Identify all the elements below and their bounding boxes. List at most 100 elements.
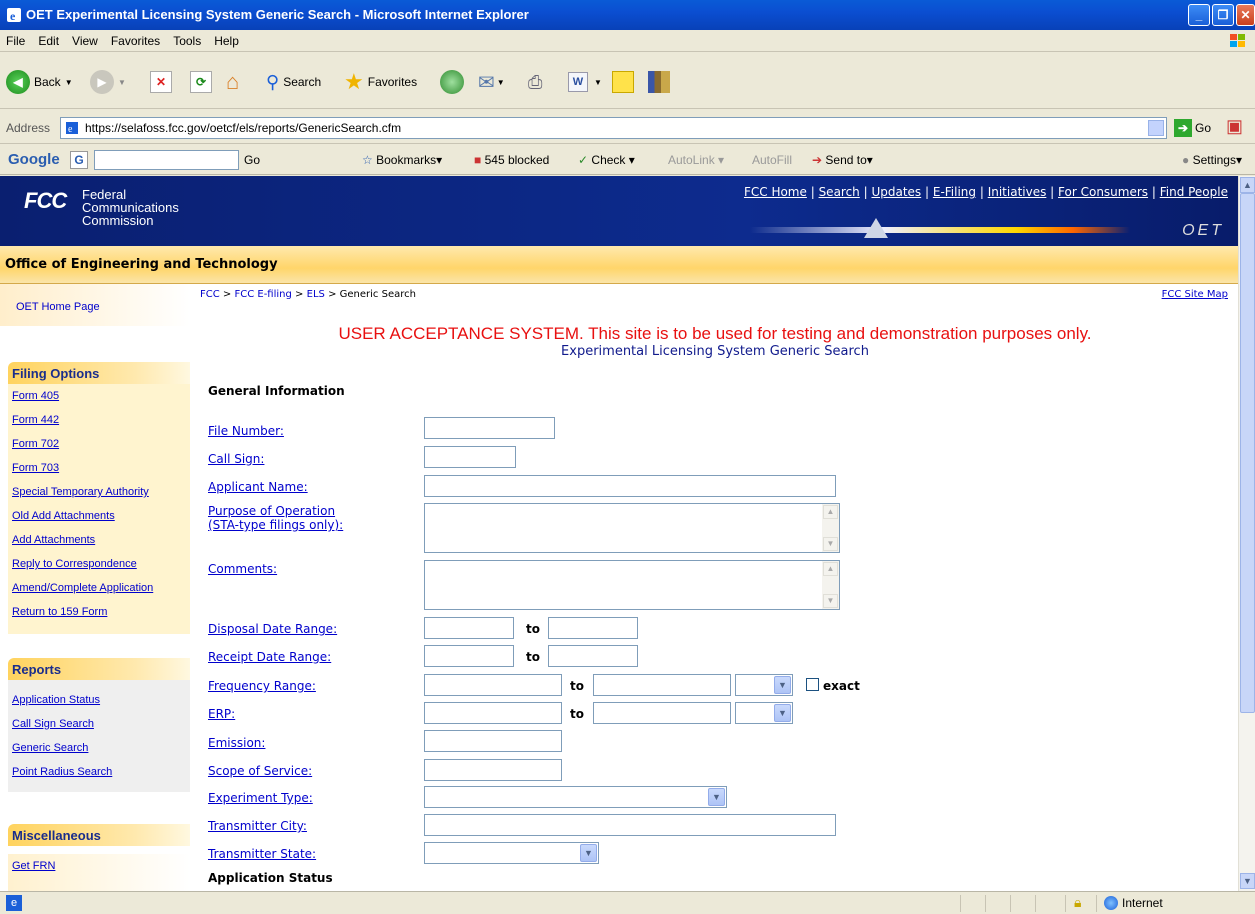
close-button[interactable]: ✕ xyxy=(1236,4,1255,26)
emission-label[interactable]: Emission: xyxy=(208,736,265,750)
sidebar-amend-complete-application[interactable]: Amend/Complete Application xyxy=(8,576,190,600)
frequency-range-label[interactable]: Frequency Range: xyxy=(208,679,316,693)
sidebar-form-703[interactable]: Form 703 xyxy=(8,456,190,480)
purpose-of-operation-textarea[interactable]: ▲ ▼ xyxy=(424,503,840,553)
chevron-down-icon[interactable]: ▼ xyxy=(580,844,597,862)
sidebar-point-radius-search[interactable]: Point Radius Search xyxy=(8,760,190,784)
breadcrumb-els[interactable]: ELS xyxy=(307,289,325,300)
exact-checkbox[interactable] xyxy=(806,678,819,691)
scroll-down-icon[interactable]: ▼ xyxy=(823,537,838,551)
disposal-date-range-label[interactable]: Disposal Date Range: xyxy=(208,622,337,636)
forward-button[interactable]: ▶ ▼ xyxy=(90,69,126,95)
refresh-button[interactable]: ⟳ xyxy=(190,69,212,95)
sidebar-get-frn[interactable]: Get FRN xyxy=(8,854,190,878)
scroll-down-arrow-icon[interactable]: ▼ xyxy=(1240,873,1255,889)
scroll-up-icon[interactable]: ▲ xyxy=(823,505,838,519)
receipt-date-range-label[interactable]: Receipt Date Range: xyxy=(208,650,331,664)
scope-of-service-label[interactable]: Scope of Service: xyxy=(208,764,312,778)
home-button[interactable]: ⌂ xyxy=(226,69,239,95)
menu-file[interactable]: File xyxy=(0,30,32,48)
frequency-unit-select[interactable]: ▼ xyxy=(735,674,793,696)
transmitter-city-label[interactable]: Transmitter City: xyxy=(208,819,307,833)
popup-blocker-button[interactable]: ■ 545 blocked xyxy=(474,153,549,167)
scroll-up-icon[interactable]: ▲ xyxy=(823,562,838,576)
fcc-site-map-link[interactable]: FCC Site Map xyxy=(1162,289,1228,300)
stop-button[interactable]: ✕ xyxy=(150,69,172,95)
chevron-down-icon[interactable]: ▼ xyxy=(708,788,725,806)
sidebar-special-temporary-authority[interactable]: Special Temporary Authority xyxy=(8,480,190,504)
file-number-input[interactable] xyxy=(424,417,555,439)
nav-find-people[interactable]: Find People xyxy=(1160,185,1228,199)
breadcrumb-fcc[interactable]: FCC xyxy=(200,289,220,300)
menu-edit[interactable]: Edit xyxy=(32,30,66,48)
sidebar-reply-to-correspondence[interactable]: Reply to Correspondence xyxy=(8,552,190,576)
research-button[interactable] xyxy=(648,69,670,95)
google-search-input[interactable] xyxy=(94,150,239,170)
page-vertical-scrollbar[interactable]: ▲ ▼ xyxy=(1238,176,1255,891)
breadcrumb-fcc-e-filing[interactable]: FCC E-filing xyxy=(234,289,291,300)
file-number-label[interactable]: File Number: xyxy=(208,424,284,438)
receipt-date-to-input[interactable] xyxy=(548,645,638,667)
nav-fcc-home[interactable]: FCC Home xyxy=(744,185,807,199)
sidebar-form-702[interactable]: Form 702 xyxy=(8,432,190,456)
nav-e-filing[interactable]: E-Filing xyxy=(933,185,976,199)
address-input[interactable]: e https://selafoss.fcc.gov/oetcf/els/rep… xyxy=(60,117,1167,139)
transmitter-state-select[interactable]: ▼ xyxy=(424,842,599,864)
frequency-to-input[interactable] xyxy=(593,674,731,696)
call-sign-label[interactable]: Call Sign: xyxy=(208,452,264,466)
nav-search[interactable]: Search xyxy=(819,185,860,199)
call-sign-input[interactable] xyxy=(424,446,516,468)
autolink-button[interactable]: AutoLink ▾ xyxy=(668,153,724,167)
transmitter-state-label[interactable]: Transmitter State: xyxy=(208,847,316,861)
applicant-name-label[interactable]: Applicant Name: xyxy=(208,480,308,494)
sidebar-add-attachments[interactable]: Add Attachments xyxy=(8,528,190,552)
erp-unit-select[interactable]: ▼ xyxy=(735,702,793,724)
back-button[interactable]: ◀ Back ▼ xyxy=(6,69,73,95)
spell-check-button[interactable]: ✓ Check ▾ xyxy=(578,153,635,167)
sidebar-old-add-attachments[interactable]: Old Add Attachments xyxy=(8,504,190,528)
maximize-button[interactable]: ❐ xyxy=(1212,4,1234,26)
comments-label[interactable]: Comments: xyxy=(208,562,277,576)
menu-favorites[interactable]: Favorites xyxy=(105,30,167,48)
sidebar-form-442[interactable]: Form 442 xyxy=(8,408,190,432)
google-menu-icon[interactable]: G xyxy=(70,151,88,169)
textarea-scrollbar[interactable]: ▲ ▼ xyxy=(822,504,839,552)
sidebar-application-status[interactable]: Application Status xyxy=(8,688,190,712)
menu-help[interactable]: Help xyxy=(208,30,246,48)
erp-label[interactable]: ERP: xyxy=(208,707,235,721)
scroll-down-icon[interactable]: ▼ xyxy=(823,594,838,608)
address-dropdown-icon[interactable] xyxy=(1148,120,1164,136)
comments-textarea[interactable]: ▲ ▼ xyxy=(424,560,840,610)
textarea-scrollbar[interactable]: ▲ ▼ xyxy=(822,561,839,609)
scrollbar-thumb[interactable] xyxy=(1240,193,1255,713)
scroll-up-arrow-icon[interactable]: ▲ xyxy=(1240,177,1255,193)
nav-updates[interactable]: Updates xyxy=(871,185,921,199)
autofill-button[interactable]: AutoFill xyxy=(752,153,792,167)
experiment-type-label[interactable]: Experiment Type: xyxy=(208,791,313,805)
nav-initiatives[interactable]: Initiatives xyxy=(988,185,1047,199)
erp-from-input[interactable] xyxy=(424,702,562,724)
nav-for-consumers[interactable]: For Consumers xyxy=(1058,185,1148,199)
applicant-name-input[interactable] xyxy=(424,475,836,497)
sidebar-call-sign-search[interactable]: Call Sign Search xyxy=(8,712,190,736)
sidebar-return-to-159-form[interactable]: Return to 159 Form xyxy=(8,600,190,624)
sidebar-generic-search[interactable]: Generic Search xyxy=(8,736,190,760)
chevron-down-icon[interactable]: ▼ xyxy=(774,704,791,722)
edit-word-button[interactable]: W ▼ xyxy=(568,69,602,95)
chevron-down-icon[interactable]: ▼ xyxy=(774,676,791,694)
fcc-logo[interactable]: FCC Federal Communications Commission xyxy=(24,188,179,227)
sidebar-form-405[interactable]: Form 405 xyxy=(8,384,190,408)
send-to-button[interactable]: ➔ Send to▾ xyxy=(812,153,873,167)
frequency-from-input[interactable] xyxy=(424,674,562,696)
go-button[interactable]: ➔ Go xyxy=(1174,119,1211,137)
sidebar-oet-home-link[interactable]: OET Home Page xyxy=(16,301,100,313)
purpose-of-operation-label[interactable]: Purpose of Operation (STA-type filings o… xyxy=(208,504,343,532)
mail-button[interactable]: ✉ ▼ xyxy=(478,69,505,95)
menu-view[interactable]: View xyxy=(66,30,105,48)
minimize-button[interactable]: _ xyxy=(1188,4,1210,26)
disposal-date-from-input[interactable] xyxy=(424,617,514,639)
receipt-date-from-input[interactable] xyxy=(424,645,514,667)
print-button[interactable]: ⎙ xyxy=(528,69,542,95)
emission-input[interactable] xyxy=(424,730,562,752)
transmitter-city-input[interactable] xyxy=(424,814,836,836)
